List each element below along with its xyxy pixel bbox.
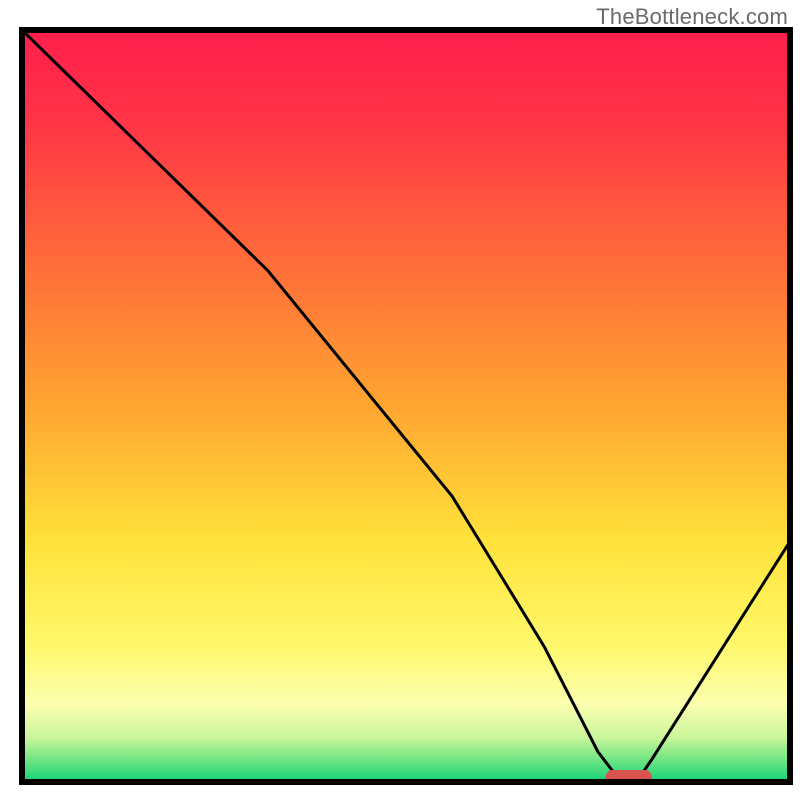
bottleneck-chart bbox=[0, 0, 800, 800]
watermark-text: TheBottleneck.com bbox=[596, 4, 788, 30]
chart-container: TheBottleneck.com bbox=[0, 0, 800, 800]
